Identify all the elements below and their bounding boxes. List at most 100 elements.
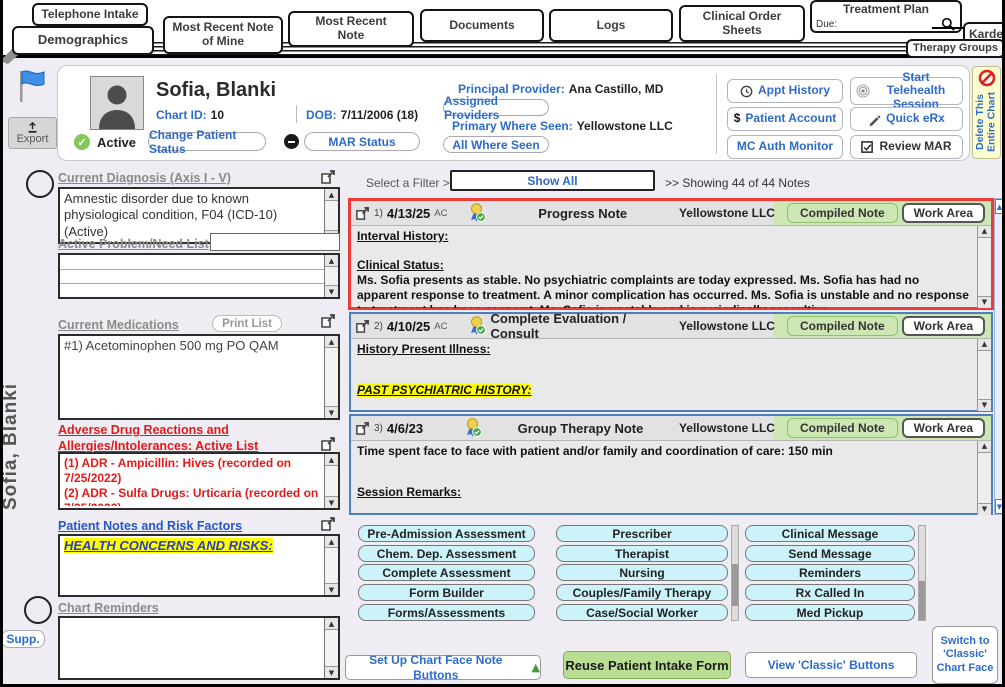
start-telehealth-button[interactable]: Start Telehealth Session	[850, 77, 963, 105]
note-button-complete-assessment[interactable]: Complete Assessment	[358, 564, 535, 581]
assigned-providers-button[interactable]: Assigned Providers	[443, 99, 549, 116]
appt-history-button[interactable]: Appt History	[727, 79, 843, 103]
show-all-filter-button[interactable]: Show All	[450, 170, 655, 191]
patient-notes-box[interactable]: HEALTH CONCERNS AND RISKS:	[58, 534, 340, 597]
scroll-down-icon[interactable]	[325, 406, 338, 418]
chart-reminders-box[interactable]	[58, 616, 340, 680]
scroll-down-icon[interactable]	[325, 496, 338, 508]
scrollbar[interactable]	[977, 339, 991, 411]
note-button-pre-admission-assessment[interactable]: Pre-Admission Assessment	[358, 525, 535, 542]
active-problem-input[interactable]	[210, 233, 340, 251]
supp-button[interactable]: Supp.	[1, 630, 45, 648]
work-area-button[interactable]: Work Area	[902, 316, 985, 336]
compiled-note-button[interactable]: Compiled Note	[787, 316, 898, 336]
note-item-2[interactable]: 2) 4/10/25 AC Complete Evaluation / Cons…	[349, 312, 993, 412]
note-item-3[interactable]: 3) 4/6/23 Group Therapy Note Yellowstone…	[349, 414, 993, 515]
search-icon[interactable]	[941, 17, 956, 32]
scroll-up-icon[interactable]	[978, 339, 991, 351]
open-note-icon[interactable]	[355, 421, 370, 436]
note-button-therapist[interactable]: Therapist	[556, 545, 728, 562]
scroll-down-icon[interactable]	[978, 399, 991, 411]
scroll-down-icon[interactable]	[325, 583, 338, 595]
tab-most-recent-note[interactable]: Most Recent Note	[288, 11, 414, 47]
scrollbar[interactable]	[324, 536, 338, 595]
print-list-button[interactable]: Print List	[212, 315, 282, 332]
reuse-patient-intake-form-button[interactable]: Reuse Patient Intake Form	[563, 651, 731, 679]
scroll-down-icon[interactable]	[995, 499, 1004, 514]
scroll-up-icon[interactable]	[325, 255, 338, 267]
scroll-up-icon[interactable]	[995, 199, 1004, 214]
note-button-reminders[interactable]: Reminders	[745, 564, 915, 581]
setup-chart-face-note-buttons-button[interactable]: Set Up Chart Face Note Buttons	[345, 655, 541, 680]
scroll-up-icon[interactable]	[325, 536, 338, 548]
note-preview[interactable]: History Present Illness: PAST PSYCHIATRI…	[351, 339, 991, 411]
scrollbar[interactable]	[324, 336, 338, 418]
scroll-up-icon[interactable]	[325, 189, 338, 201]
note-button-forms-assessments[interactable]: Forms/Assessments	[358, 604, 535, 621]
scroll-down-icon[interactable]	[978, 503, 991, 515]
review-mar-button[interactable]: Review MAR	[850, 135, 963, 159]
all-where-seen-button[interactable]: All Where Seen	[443, 136, 549, 153]
open-diagnosis-icon[interactable]	[320, 169, 336, 185]
mar-status-button[interactable]: MAR Status	[304, 132, 420, 151]
patient-account-button[interactable]: $ Patient Account	[727, 107, 843, 131]
change-patient-status-button[interactable]: Change Patient Status	[148, 132, 266, 151]
mc-auth-monitor-button[interactable]: MC Auth Monitor	[727, 135, 843, 159]
chart-flag-icon[interactable]	[16, 68, 48, 104]
scrollbar[interactable]	[324, 255, 338, 297]
delete-entire-chart-button[interactable]: Delete This Entire Chart	[972, 66, 1001, 159]
note-button-med-pickup[interactable]: Med Pickup	[745, 604, 915, 621]
note-button-couples-family-therapy[interactable]: Couples/Family Therapy	[556, 584, 728, 601]
note-button-prescriber[interactable]: Prescriber	[556, 525, 728, 542]
tab-documents[interactable]: Documents	[420, 9, 544, 42]
treatment-plan-due-field[interactable]	[932, 27, 965, 29]
note-preview[interactable]: Interval History: Clinical Status: Ms. S…	[351, 226, 991, 308]
open-medications-icon[interactable]	[320, 313, 336, 329]
quick-erx-button[interactable]: Quick eRx	[850, 107, 963, 131]
scroll-up-icon[interactable]	[978, 441, 991, 453]
note-button-chem-dep-assessment[interactable]: Chem. Dep. Assessment	[358, 545, 535, 562]
reminders-section-radio[interactable]	[24, 596, 52, 624]
open-note-icon[interactable]	[355, 319, 370, 334]
scroll-down-icon[interactable]	[325, 285, 338, 297]
column-scrollbar[interactable]	[918, 525, 926, 621]
note-button-case-social-worker[interactable]: Case/Social Worker	[556, 604, 728, 621]
scroll-up-icon[interactable]	[978, 226, 991, 238]
compiled-note-button[interactable]: Compiled Note	[787, 418, 898, 438]
scroll-down-icon[interactable]	[978, 296, 991, 308]
note-item-1[interactable]: 1) 4/13/25 AC Progress Note Yellowstone …	[348, 198, 994, 310]
tab-demographics[interactable]: Demographics	[12, 26, 154, 55]
export-button[interactable]: Export	[8, 117, 57, 149]
scroll-up-icon[interactable]	[325, 336, 338, 348]
open-adverse-icon[interactable]	[320, 436, 336, 452]
diagnosis-section-radio[interactable]	[26, 170, 54, 198]
active-problem-box[interactable]	[58, 253, 340, 299]
tab-clinical-order-sheets[interactable]: Clinical Order Sheets	[679, 5, 805, 42]
scrollbar[interactable]	[977, 226, 991, 308]
open-note-icon[interactable]	[355, 206, 370, 221]
note-preview[interactable]: Time spent face to face with patient and…	[351, 441, 991, 515]
tab-most-recent-note-of-mine[interactable]: Most Recent Note of Mine	[163, 16, 283, 54]
scrollbar[interactable]	[977, 441, 991, 515]
note-button-send-message[interactable]: Send Message	[745, 545, 915, 562]
work-area-button[interactable]: Work Area	[902, 203, 985, 223]
note-button-rx-called-in[interactable]: Rx Called In	[745, 584, 915, 601]
adverse-reactions-box[interactable]: (1) ADR - Ampicillin: Hives (recorded on…	[58, 452, 340, 510]
note-button-nursing[interactable]: Nursing	[556, 564, 728, 581]
column-scrollbar[interactable]	[731, 525, 739, 621]
note-button-form-builder[interactable]: Form Builder	[358, 584, 535, 601]
work-area-button[interactable]: Work Area	[902, 418, 985, 438]
tab-therapy-groups[interactable]: Therapy Groups	[906, 39, 1005, 58]
tab-logs[interactable]: Logs	[549, 9, 673, 42]
note-button-clinical-message[interactable]: Clinical Message	[745, 525, 915, 542]
tab-telephone-intake[interactable]: Telephone Intake	[32, 3, 148, 26]
scrollbar[interactable]	[324, 618, 338, 678]
switch-to-classic-chart-face-button[interactable]: Switch to 'Classic' Chart Face	[932, 626, 998, 684]
current-medications-box[interactable]: #1) Acetominophen 500 mg PO QAM	[58, 334, 340, 420]
compiled-note-button[interactable]: Compiled Note	[787, 203, 898, 223]
scrollbar[interactable]	[324, 454, 338, 508]
scroll-up-icon[interactable]	[325, 454, 338, 466]
scroll-up-icon[interactable]	[325, 618, 338, 630]
open-patient-notes-icon[interactable]	[320, 516, 336, 532]
notes-list-scrollbar[interactable]	[994, 198, 1005, 515]
